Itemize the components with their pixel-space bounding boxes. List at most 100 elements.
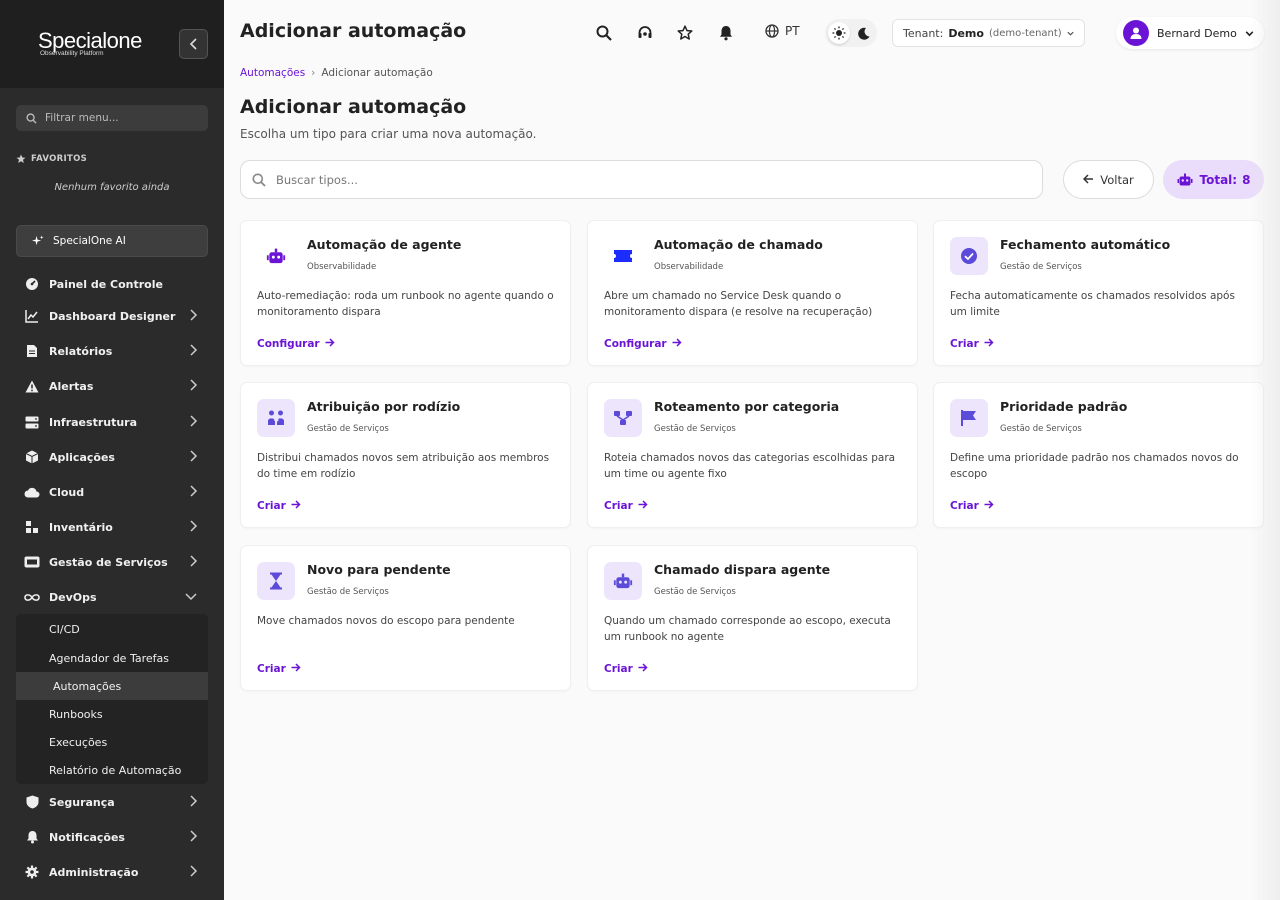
- filter-menu-input[interactable]: Filtrar menu...: [16, 105, 208, 131]
- sidebar-item-gestao-servicos[interactable]: Gestão de Serviços: [16, 550, 208, 574]
- card-description: Roteia chamados novos das categorias esc…: [604, 452, 896, 480]
- sidebar-item-inventario[interactable]: Inventário: [16, 515, 208, 539]
- sidebar-item-label: Alertas: [49, 379, 94, 393]
- sidebar-item-alertas[interactable]: Alertas: [16, 374, 208, 398]
- card-action-link[interactable]: Criar: [604, 500, 648, 512]
- people-rotate-icon: [257, 399, 295, 437]
- sidebar-subitem-execucoes[interactable]: Execuções: [16, 728, 208, 756]
- collapse-sidebar-button[interactable]: [179, 29, 208, 59]
- sidebar-item-label: Segurança: [49, 795, 115, 809]
- card-description: Abre um chamado no Service Desk quando o…: [604, 290, 873, 318]
- filter-placeholder: Filtrar menu...: [45, 112, 119, 124]
- card-action-link[interactable]: Configurar: [257, 338, 335, 350]
- sidebar-item-cloud[interactable]: Cloud: [16, 480, 208, 504]
- gauge-icon: [24, 276, 40, 292]
- avatar: [1123, 20, 1149, 46]
- total-label: Total:: [1199, 172, 1238, 187]
- card-title: Automação de chamado: [654, 237, 823, 252]
- sidebar-item-seguranca[interactable]: Segurança: [16, 790, 208, 814]
- automation-card-roteamento[interactable]: Roteamento por categoria Gestão de Servi…: [587, 382, 918, 528]
- total-badge: Total: 8: [1163, 160, 1264, 199]
- tenant-selector[interactable]: Tenant: Demo (demo-tenant): [892, 19, 1085, 47]
- favorites-title: FAVORITOS: [16, 154, 87, 164]
- automation-card-chamado[interactable]: Automação de chamado Observabilidade Abr…: [587, 220, 918, 366]
- sidebar-item-label: Gestão de Serviços: [49, 555, 168, 569]
- automation-card-prioridade[interactable]: Prioridade padrão Gestão de Serviços Def…: [933, 382, 1264, 528]
- card-description: Quando um chamado corresponde ao escopo,…: [604, 615, 891, 643]
- support-headset-icon[interactable]: [636, 24, 654, 42]
- sidebar-subitem-runbooks[interactable]: Runbooks: [16, 700, 208, 728]
- warning-icon: [24, 378, 40, 394]
- flag-icon: [950, 399, 988, 437]
- bell-icon: [24, 829, 40, 845]
- star-icon: [16, 154, 26, 163]
- cloud-icon: [24, 484, 40, 500]
- card-description: Define uma prioridade padrão nos chamado…: [950, 452, 1239, 480]
- sidebar-item-infraestrutura[interactable]: Infraestrutura: [16, 410, 208, 434]
- card-title: Atribuição por rodízio: [307, 399, 461, 414]
- brand-header: Specialone Observability Platform: [0, 0, 224, 88]
- sidebar-subitem-cicd[interactable]: CI/CD: [16, 615, 208, 643]
- star-outline-icon[interactable]: [676, 24, 694, 42]
- breadcrumb-separator: ›: [311, 67, 316, 79]
- chevron-right-icon: [190, 830, 198, 842]
- sun-icon[interactable]: [828, 22, 850, 44]
- card-title: Novo para pendente: [307, 562, 451, 577]
- language-label: PT: [785, 24, 800, 38]
- card-action-link[interactable]: Criar: [257, 500, 301, 512]
- back-button[interactable]: Voltar: [1063, 160, 1154, 199]
- automation-card-pendente[interactable]: Novo para pendente Gestão de Serviços Mo…: [240, 545, 571, 691]
- card-action-label: Criar: [604, 663, 633, 675]
- sidebar-subitem-automacoes[interactable]: Automações: [16, 672, 208, 700]
- card-title: Prioridade padrão: [1000, 399, 1128, 414]
- sidebar-item-notificacoes[interactable]: Notificações: [16, 825, 208, 849]
- automation-card-fechamento[interactable]: Fechamento automático Gestão de Serviços…: [933, 220, 1264, 366]
- theme-toggle[interactable]: [825, 19, 877, 47]
- breadcrumb-link-automacoes[interactable]: Automações: [240, 67, 305, 79]
- ai-label: SpecialOne AI: [53, 235, 126, 247]
- automation-card-agente[interactable]: Automação de agente Observabilidade Auto…: [240, 220, 571, 366]
- chevron-right-icon: [190, 520, 198, 532]
- card-action-label: Criar: [950, 338, 979, 350]
- language-selector[interactable]: PT: [765, 24, 800, 38]
- sidebar-item-administracao[interactable]: Administração: [16, 860, 208, 884]
- chevron-down-icon: [1245, 30, 1254, 36]
- card-action-label: Configurar: [257, 338, 320, 350]
- sidebar-item-painel[interactable]: Painel de Controle: [16, 272, 208, 296]
- tenant-name: Demo: [948, 26, 984, 40]
- chevron-right-icon: [190, 309, 198, 321]
- sidebar-item-devops[interactable]: DevOps: [16, 585, 208, 609]
- card-action-link[interactable]: Criar: [257, 663, 301, 675]
- automation-card-dispara-agente[interactable]: Chamado dispara agente Gestão de Serviço…: [587, 545, 918, 691]
- card-category: Gestão de Serviços: [1000, 262, 1082, 272]
- specialone-ai-button[interactable]: SpecialOne AI: [16, 225, 208, 257]
- sidebar-subitem-agendador[interactable]: Agendador de Tarefas: [16, 644, 208, 672]
- sidebar-item-relatorios[interactable]: Relatórios: [16, 339, 208, 363]
- automation-card-rodizio[interactable]: Atribuição por rodízio Gestão de Serviço…: [240, 382, 571, 528]
- arrow-right-icon: [638, 500, 648, 512]
- card-action-link[interactable]: Criar: [950, 500, 994, 512]
- sidebar-item-label: Cloud: [49, 485, 85, 499]
- robot-icon: [257, 237, 295, 275]
- bell-icon[interactable]: [717, 24, 735, 42]
- main-content: Adicionar automação PT Tenant: Demo (dem…: [224, 0, 1280, 900]
- sidebar-item-label: Infraestrutura: [49, 415, 138, 429]
- search-icon[interactable]: [595, 24, 613, 42]
- gear-icon: [24, 864, 40, 880]
- sidebar-subitem-relatorio-automacao[interactable]: Relatório de Automação: [16, 756, 208, 784]
- search-types-input[interactable]: Buscar tipos...: [240, 160, 1043, 199]
- user-menu[interactable]: Bernard Demo: [1116, 17, 1264, 49]
- chevron-right-icon: [190, 379, 198, 391]
- card-action-link[interactable]: Criar: [604, 663, 648, 675]
- sidebar-item-dashboard-designer[interactable]: Dashboard Designer: [16, 304, 208, 328]
- card-action-label: Criar: [257, 663, 286, 675]
- card-category: Gestão de Serviços: [307, 587, 389, 597]
- card-action-link[interactable]: Criar: [950, 338, 994, 350]
- moon-icon[interactable]: [858, 27, 870, 40]
- infinity-icon: [24, 589, 40, 605]
- sidebar-item-aplicacoes[interactable]: Aplicações: [16, 445, 208, 469]
- breadcrumb-current: Adicionar automação: [321, 67, 433, 79]
- chevron-right-icon: [190, 555, 198, 567]
- user-name: Bernard Demo: [1157, 26, 1237, 40]
- card-action-link[interactable]: Configurar: [604, 338, 682, 350]
